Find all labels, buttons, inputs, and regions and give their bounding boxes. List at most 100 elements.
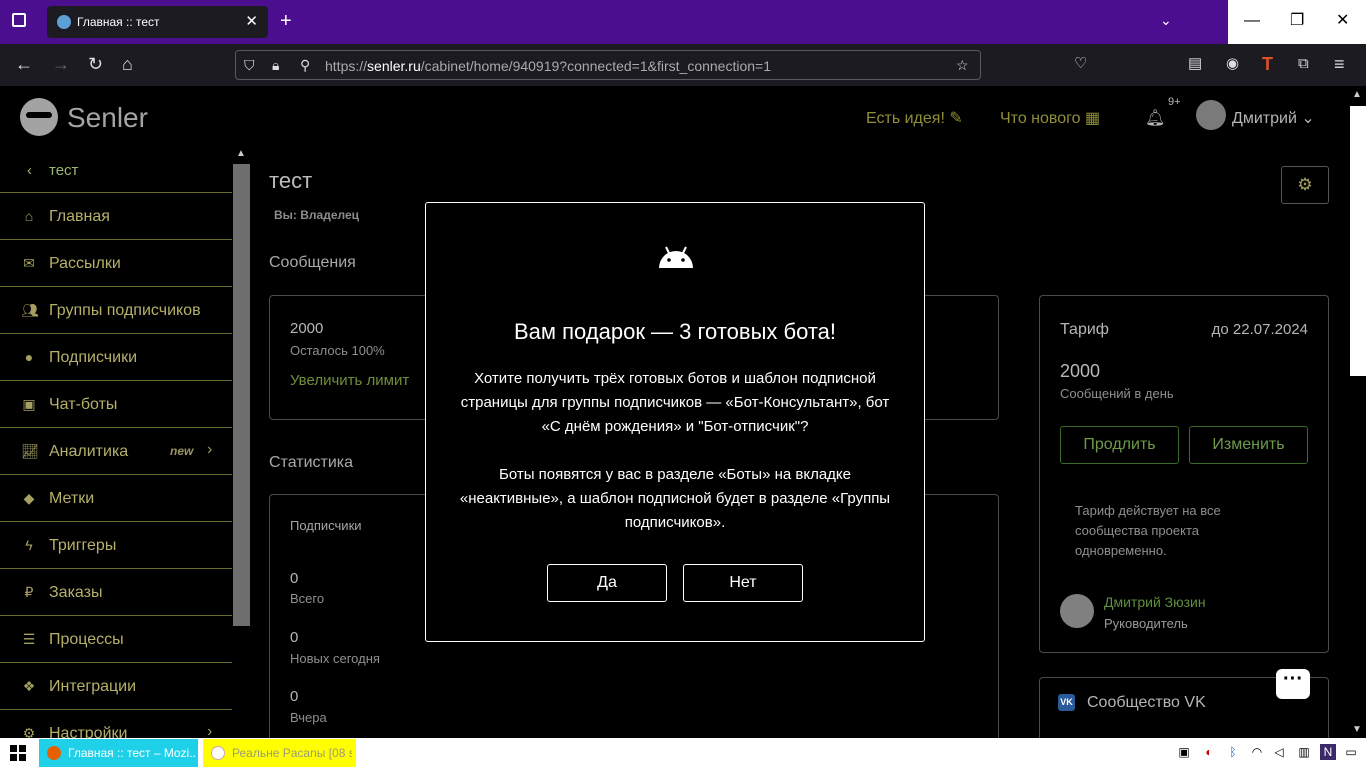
user-menu[interactable]: Дмитрий ⌄ — [1232, 108, 1315, 128]
scroll-down-icon[interactable]: ▼ — [1352, 724, 1362, 735]
stat-value: 0 — [290, 688, 299, 705]
sidebar-item-label: Главная — [49, 208, 110, 225]
sidebar-item-label: Заказы — [49, 584, 103, 601]
scroll-up-icon[interactable]: ▲ — [1352, 89, 1362, 100]
android-icon — [659, 246, 693, 268]
sidebar-scroll-thumb[interactable] — [233, 164, 250, 626]
tariff-messages: 2000 — [1060, 361, 1101, 381]
chevron-left-icon: ‹ — [27, 162, 32, 179]
tray-n-icon[interactable]: N — [1320, 744, 1336, 760]
sidebar-item-label: Метки — [49, 490, 95, 507]
sidebar-item-tags[interactable]: ◆ Метки — [0, 475, 232, 522]
notifications-icon[interactable]: ▭ — [1343, 744, 1359, 760]
taskbar-player[interactable]: Реальне Pacanы [08 se... — [203, 739, 356, 767]
home-icon[interactable]: ⌂ — [122, 54, 133, 74]
home-icon: ⌂ — [24, 208, 34, 224]
whats-new-link[interactable]: Что нового ▦ — [1000, 108, 1100, 128]
bluetooth-icon[interactable]: ᛒ — [1225, 744, 1241, 760]
chat-widget-button[interactable]: ··· — [1276, 669, 1310, 699]
windows-start-icon[interactable] — [10, 745, 26, 761]
menu-icon[interactable]: ≡ — [1334, 54, 1345, 74]
sidebar-back[interactable]: ‹ тест — [0, 146, 232, 193]
modal-title: Вам подарок — 3 готовых бота! — [513, 319, 837, 344]
sidebar-item-subscribers[interactable]: ● Подписчики — [0, 334, 232, 381]
forward-icon[interactable]: → — [52, 54, 70, 74]
messages-left: Осталось 100% — [290, 343, 385, 358]
sidebar-item-orders[interactable]: ₽ Заказы — [0, 569, 232, 616]
tab-list-icon[interactable] — [12, 13, 26, 27]
sidebar-item-integrations[interactable]: ❖ Интеграции — [0, 663, 232, 710]
project-settings-button[interactable]: ⚙ — [1281, 166, 1329, 204]
volume-icon[interactable]: ◁ — [1271, 744, 1287, 760]
tray-ball-icon[interactable]: ◐ — [1201, 744, 1217, 760]
senler-logo-icon — [20, 98, 58, 136]
window-close-icon[interactable]: ✕ — [1336, 11, 1349, 31]
stat-label: Всего — [290, 591, 325, 606]
cubes-icon: ❖ — [22, 678, 36, 694]
user-icon: ● — [24, 349, 34, 365]
restore-icon[interactable]: ❐ — [1290, 11, 1304, 31]
minimize-icon[interactable]: — — [1244, 11, 1260, 31]
tab-close-icon[interactable]: ✕ — [245, 12, 258, 30]
senler-favicon-icon — [57, 15, 71, 29]
extensions-icon[interactable]: ⧉ — [1298, 54, 1309, 74]
sidebar-item-settings[interactable]: ⚙ Настройки › — [0, 710, 232, 738]
sidebar-item-label: Аналитика — [49, 443, 129, 460]
bolt-icon: ϟ — [25, 537, 33, 553]
bookmark-star-icon[interactable]: ☆ — [956, 57, 969, 74]
reload-icon[interactable]: ↻ — [88, 54, 103, 74]
new-tab-button[interactable]: + — [280, 10, 292, 32]
taskbar-firefox[interactable]: Главная :: тест – Mozi... — [39, 739, 198, 767]
change-button[interactable]: Изменить — [1189, 426, 1308, 464]
task-label: Главная :: тест – Mozi... — [68, 746, 196, 760]
stat-value: 0 — [290, 629, 299, 646]
idea-link[interactable]: Есть идея! ✎ — [866, 108, 963, 128]
sidebar-item-chatbots[interactable]: ▣ Чат-боты — [0, 381, 232, 428]
sidebar-item-groups[interactable]: 👥︎ Группы подписчиков — [0, 287, 232, 334]
account-icon[interactable]: ◉ — [1226, 54, 1239, 74]
sidebar-item-processes[interactable]: ☰ Процессы — [0, 616, 232, 663]
scroll-up-icon[interactable]: ▲ — [236, 148, 246, 159]
chart-icon: 📈︎ — [21, 443, 39, 459]
gear-icon: ⚙ — [1297, 175, 1313, 194]
back-icon[interactable]: ← — [15, 54, 33, 74]
no-button[interactable]: Нет — [683, 564, 803, 602]
sidebar-item-triggers[interactable]: ϟ Триггеры — [0, 522, 232, 569]
tray-apps-icon[interactable]: ▥ — [1296, 744, 1312, 760]
envelope-icon: ✉ — [23, 255, 35, 271]
browser-tab[interactable]: Главная :: тест ✕ — [47, 6, 268, 38]
tag-icon: ◆ — [23, 490, 35, 506]
sidebar-item-label: Настройки — [49, 725, 128, 738]
tray-app-icon[interactable]: ▣ — [1176, 744, 1192, 760]
sidebar-item-label: Группы подписчиков — [49, 302, 201, 319]
reader-view-icon[interactable]: ▤ — [1188, 54, 1202, 74]
page-scroll-thumb[interactable] — [1350, 106, 1366, 376]
list-icon: ☰ — [22, 631, 36, 647]
taskbar: Главная :: тест – Mozi... Реальне Pacanы… — [0, 738, 1366, 768]
address-bar[interactable]: ⛉ 🔒︎ ⚲ https://senler.ru/cabinet/home/94… — [235, 50, 981, 80]
sidebar-item-mailings[interactable]: ✉ Рассылки — [0, 240, 232, 287]
tariff-note: Тариф действует на все сообщества проект… — [1075, 503, 1221, 558]
play-icon — [211, 746, 225, 760]
increase-limit-link[interactable]: Увеличить лимит — [290, 372, 409, 389]
stat-value: 0 — [290, 570, 299, 587]
wifi-icon[interactable]: ◠ — [1249, 744, 1265, 760]
sidebar-item-analytics[interactable]: 📈︎ Аналитика new › — [0, 428, 232, 475]
shield-icon[interactable]: ⛉ — [244, 57, 255, 74]
lock-icon[interactable]: 🔒︎ — [272, 57, 279, 74]
manager-name-link[interactable]: Дмитрий Зюзин — [1104, 594, 1206, 610]
extension-t-icon[interactable]: T — [1262, 54, 1273, 74]
modal-text: Хотите получить трёх готовых ботов и шаб… — [460, 370, 890, 435]
pocket-icon[interactable]: ♡ — [1074, 54, 1087, 74]
extend-button[interactable]: Продлить — [1060, 426, 1179, 464]
sidebar-item-home[interactable]: ⌂ Главная — [0, 193, 232, 240]
android-icon: ▣ — [22, 396, 36, 412]
edit-icon: ✎ — [949, 110, 963, 127]
list-all-tabs-icon[interactable]: ⌄ — [1160, 12, 1172, 29]
stats-heading: Статистика — [269, 454, 354, 471]
sidebar-item-label: Процессы — [49, 631, 124, 648]
yes-button[interactable]: Да — [547, 564, 667, 602]
bell-icon[interactable]: 🔔︎ — [1145, 108, 1165, 128]
permissions-icon[interactable]: ⚲ — [300, 57, 310, 74]
avatar[interactable] — [1196, 100, 1226, 130]
